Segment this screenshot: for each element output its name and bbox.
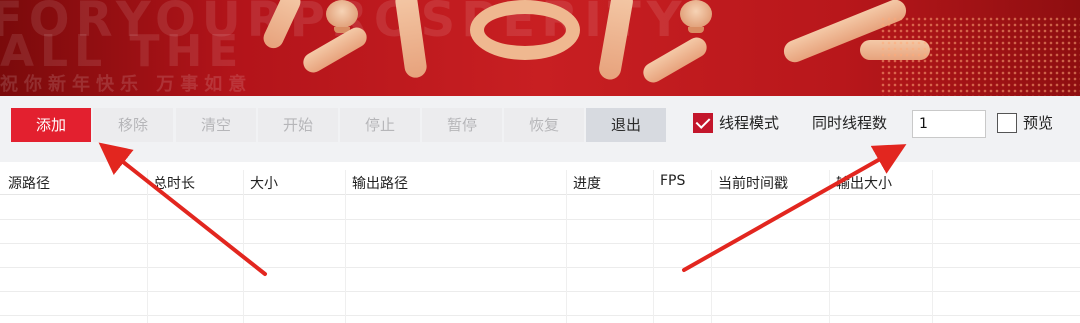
annotation-arrows xyxy=(98,142,907,276)
arrow-icon-right xyxy=(682,144,907,272)
arrow-icon-left xyxy=(98,142,267,276)
